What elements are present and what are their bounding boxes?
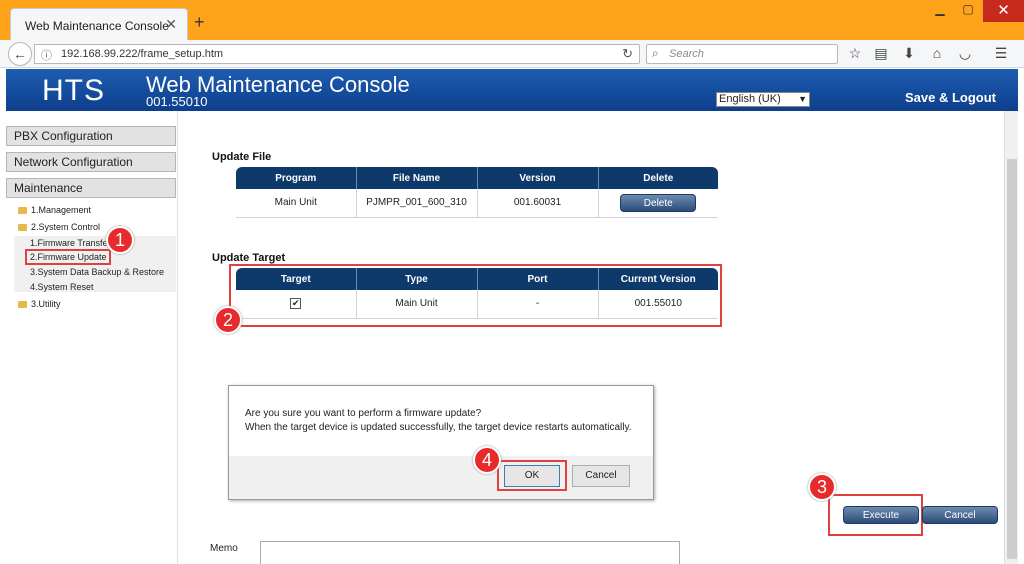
- search-icon: ⌕: [652, 46, 659, 60]
- back-icon[interactable]: ←: [8, 42, 32, 66]
- logo: HTS: [42, 74, 105, 107]
- table-row: Main Unit PJMPR_001_600_310 001.60031 De…: [236, 189, 718, 218]
- memo-label: Memo: [210, 543, 238, 554]
- callout-badge-4: 4: [473, 446, 501, 474]
- current-version-cell: 001.55010: [598, 290, 718, 319]
- tab-title: Web Maintenance Console: [25, 19, 169, 33]
- download-icon[interactable]: ⬇: [900, 45, 918, 62]
- program-cell: Main Unit: [236, 189, 357, 218]
- url-bar[interactable]: ⓘ 192.168.99.222/frame_setup.htm ↻: [34, 44, 640, 64]
- dialog-message: Are you sure you want to perform a firmw…: [229, 386, 653, 456]
- callout-badge-1: 1: [106, 226, 134, 254]
- memo-input[interactable]: [260, 541, 680, 564]
- callout-badge-3: 3: [808, 473, 836, 501]
- dialog-line-2: When the target device is updated succes…: [245, 422, 632, 433]
- info-icon[interactable]: ⓘ: [41, 47, 52, 63]
- port-cell: -: [477, 290, 599, 319]
- reload-icon[interactable]: ↻: [622, 46, 633, 62]
- app-version: 001.55010: [146, 94, 208, 109]
- column-header: Port: [477, 268, 599, 290]
- update-file-table: Program File Name Version Delete Main Un…: [236, 167, 718, 218]
- pbx-configuration-button[interactable]: PBX Configuration: [6, 126, 176, 146]
- update-file-title: Update File: [212, 151, 272, 163]
- callout-badge-2: 2: [214, 306, 242, 334]
- language-select[interactable]: English (UK) ▼: [716, 92, 810, 107]
- search-input[interactable]: ⌕ Search: [646, 44, 838, 64]
- tree-system-control[interactable]: 2.System Control: [18, 222, 100, 232]
- type-cell: Main Unit: [356, 290, 478, 319]
- folder-icon: [18, 207, 27, 215]
- column-header: Type: [356, 268, 478, 290]
- cancel-button[interactable]: Cancel: [922, 506, 998, 524]
- column-header: File Name: [356, 167, 478, 189]
- close-tab-icon[interactable]: ✕: [165, 16, 177, 33]
- column-header: Delete: [598, 167, 718, 189]
- table-header-row: Target Type Port Current Version: [236, 268, 718, 290]
- system-reset-link[interactable]: 4.System Reset: [30, 282, 94, 292]
- folder-icon: [18, 301, 27, 309]
- url-text: 192.168.99.222/frame_setup.htm: [61, 48, 224, 60]
- table-row: ✔ Main Unit - 001.55010: [236, 290, 718, 319]
- tree-utility[interactable]: 3.Utility: [18, 299, 61, 309]
- new-tab-icon[interactable]: +: [194, 12, 205, 33]
- ok-button[interactable]: OK: [504, 465, 560, 487]
- scrollbar-thumb[interactable]: [1007, 159, 1017, 559]
- file-name-cell: PJMPR_001_600_310: [356, 189, 478, 218]
- tree-management-label: 1.Management: [31, 205, 92, 215]
- version-cell: 001.60031: [477, 189, 599, 218]
- home-icon[interactable]: ⌂: [928, 45, 946, 61]
- update-target-title: Update Target: [212, 252, 286, 264]
- column-header: Current Version: [598, 268, 718, 290]
- delete-button[interactable]: Delete: [620, 193, 697, 212]
- tree-management[interactable]: 1.Management: [18, 205, 91, 215]
- column-header: Program: [236, 167, 357, 189]
- maintenance-button[interactable]: Maintenance: [6, 178, 176, 198]
- firmware-transfer-link[interactable]: 1.Firmware Transfer: [30, 238, 111, 248]
- scrollbar[interactable]: [1004, 111, 1018, 564]
- tree-system-control-label: 2.System Control: [31, 222, 101, 232]
- update-target-table: Target Type Port Current Version ✔ Main …: [236, 268, 718, 319]
- pocket-icon[interactable]: ◡: [956, 45, 974, 62]
- firmware-update-link[interactable]: 2.Firmware Update: [25, 249, 111, 265]
- table-header-row: Program File Name Version Delete: [236, 167, 718, 189]
- browser-tab[interactable]: Web Maintenance Console ✕: [10, 8, 188, 40]
- close-window-icon[interactable]: ✕: [983, 0, 1024, 22]
- execute-button[interactable]: Execute: [843, 506, 919, 524]
- tree-utility-label: 3.Utility: [31, 299, 61, 309]
- target-cell: ✔: [236, 290, 357, 319]
- network-configuration-button[interactable]: Network Configuration: [6, 152, 176, 172]
- delete-cell: Delete: [598, 189, 718, 218]
- maximize-icon[interactable]: ▢: [956, 2, 980, 22]
- system-data-backup-link[interactable]: 3.System Data Backup & Restore: [30, 267, 164, 277]
- save-logout-link[interactable]: Save & Logout: [905, 90, 996, 105]
- minimize-icon[interactable]: ▁: [928, 2, 952, 22]
- target-checkbox[interactable]: ✔: [290, 298, 302, 310]
- dialog-line-1: Are you sure you want to perform a firmw…: [245, 408, 482, 419]
- column-header: Target: [236, 268, 357, 290]
- menu-icon[interactable]: ☰: [992, 45, 1010, 62]
- column-header: Version: [477, 167, 599, 189]
- chevron-down-icon: ▼: [798, 94, 807, 104]
- folder-icon: [18, 224, 27, 232]
- reading-list-icon[interactable]: ▤: [872, 45, 890, 62]
- dialog-cancel-button[interactable]: Cancel: [572, 465, 630, 487]
- language-value: English (UK): [719, 93, 781, 105]
- bookmark-star-icon[interactable]: ☆: [846, 45, 864, 62]
- search-placeholder: Search: [669, 48, 704, 60]
